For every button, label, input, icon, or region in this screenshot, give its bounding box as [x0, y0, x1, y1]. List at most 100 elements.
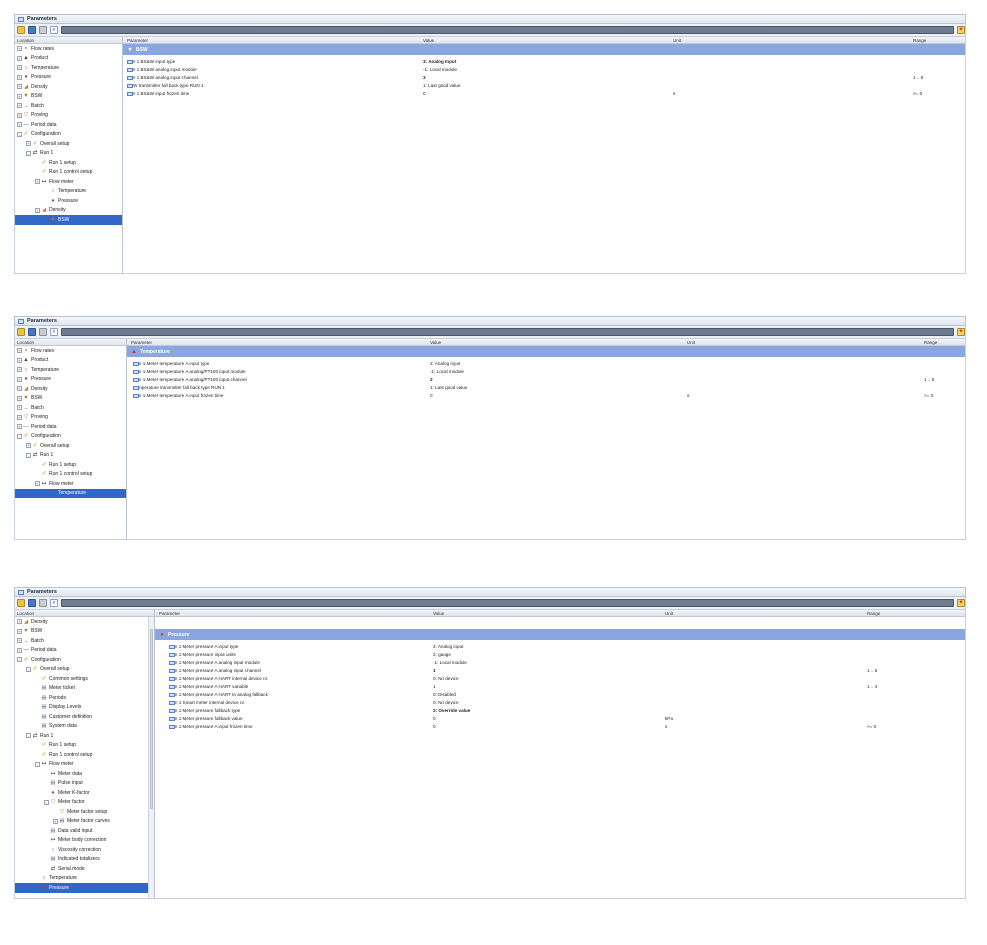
tree-node[interactable]: + ↕ Temperature [15, 63, 122, 73]
tree-node[interactable]: + ◢ Density [15, 206, 122, 216]
column-header-value[interactable]: Value [433, 611, 444, 616]
expand-icon[interactable]: + [35, 207, 40, 213]
column-header-value[interactable]: Value [430, 340, 441, 345]
parameter-value[interactable]: 0: No device [433, 700, 459, 705]
tree-node[interactable]: ✐ Run 1 setup [15, 741, 154, 751]
tree-node[interactable]: - ✐ Overall setup [15, 665, 154, 675]
expand-icon[interactable]: + [17, 405, 22, 411]
grid-view-icon[interactable] [61, 26, 954, 34]
tree-node[interactable]: + — Period data [15, 422, 126, 432]
tree-node[interactable]: ▤ Pulse input [15, 779, 154, 789]
tree-node[interactable]: ✐ Run 1 setup [15, 158, 122, 168]
tree-node[interactable]: ▼ BSW [15, 215, 122, 225]
tree-node[interactable]: ▤ Periods [15, 693, 154, 703]
tree-node[interactable]: - ↦ Flow meter [15, 760, 154, 770]
tree-node[interactable]: - ▽ Meter factor [15, 798, 154, 808]
tree-node[interactable]: ⇄ Serial mode [15, 864, 154, 874]
column-header-parameter[interactable]: Parameter [159, 611, 180, 616]
print-icon[interactable] [39, 328, 47, 336]
parameter-row[interactable]: Run 1 Meter pressure fallback value 0 kPa [155, 715, 965, 723]
parameter-value[interactable]: 2: gauge [433, 652, 451, 657]
column-header-unit[interactable]: Unit [665, 611, 673, 616]
parameter-value[interactable]: -1: Local module [433, 660, 467, 665]
column-header-parameter[interactable]: Parameter [127, 38, 148, 43]
column-header-range[interactable]: Range [867, 611, 880, 616]
column-header-unit[interactable]: Unit [673, 38, 681, 43]
save-icon[interactable] [28, 599, 36, 607]
parameter-value[interactable]: 0 [423, 91, 426, 96]
parameter-row[interactable]: Run 1 Meter pressure A input frozen time… [155, 723, 965, 731]
expand-icon[interactable]: + [17, 84, 22, 90]
parameter-row[interactable]: Run 1 Meter pressure fallback type 3: Ove… [155, 707, 965, 715]
tree-node[interactable]: - ⇄ Run 1 [15, 731, 154, 741]
collapse-icon[interactable]: - [26, 150, 31, 156]
parameter-value[interactable]: 0 [433, 724, 436, 729]
tree-node[interactable]: ▤ System data [15, 722, 154, 732]
column-header-unit[interactable]: Unit [687, 340, 695, 345]
collapse-icon[interactable]: - [26, 666, 31, 672]
tree-node[interactable]: + ▽ Proving [15, 111, 122, 121]
expand-icon[interactable]: + [17, 376, 22, 382]
print-icon[interactable] [39, 26, 47, 34]
tree-node[interactable]: + ▼ BSW [15, 627, 154, 637]
tree-node[interactable]: + ◢ Density [15, 384, 126, 394]
search-icon[interactable]: ⌕ [50, 328, 58, 336]
tree-node[interactable]: + ✐ Overall setup [15, 441, 126, 451]
parameter-value[interactable]: 1: Last good value [423, 83, 461, 88]
expand-icon[interactable]: + [17, 55, 22, 61]
tools-icon[interactable]: ✦ [957, 599, 965, 607]
tree-node[interactable]: - ⇄ Run 1 [15, 149, 122, 159]
collapse-icon[interactable]: - [26, 452, 31, 458]
parameter-row[interactable]: Run 1 Meter temperature A input frozen t… [127, 392, 965, 400]
group-row[interactable]: ▼ BSW [123, 44, 965, 55]
tree-node[interactable]: + → Batch [15, 636, 154, 646]
expand-icon[interactable]: + [17, 357, 22, 363]
parameter-value[interactable]: 0: Disabled [433, 692, 456, 697]
collapse-icon[interactable]: - [17, 657, 22, 663]
tree-node[interactable]: + ↦ Flow meter [15, 177, 122, 187]
collapse-icon[interactable]: - [44, 799, 49, 805]
search-icon[interactable]: ⌕ [50, 26, 58, 34]
tree-node[interactable]: ↕ Temperature [15, 874, 154, 884]
tree-node[interactable]: ● Meter K-factor [15, 788, 154, 798]
expand-icon[interactable]: + [17, 93, 22, 99]
tree-node[interactable]: + ◓ Flow rates [15, 44, 122, 54]
parameter-row[interactable]: Run 1 Meter pressure A input type 2: Anal… [155, 643, 965, 651]
tree-node[interactable]: + ◢ Density [15, 617, 154, 627]
expand-icon[interactable]: + [17, 638, 22, 644]
expand-icon[interactable]: + [26, 443, 31, 449]
tree-node[interactable]: ✐ Common settings [15, 674, 154, 684]
tree-node[interactable]: ✐ Run 1 control setup [15, 470, 126, 480]
tree-node[interactable]: + ▲ Product [15, 54, 122, 64]
tree-node[interactable]: ▤ Data valid input [15, 826, 154, 836]
parameter-value[interactable]: 2: Analog input [433, 644, 463, 649]
expand-icon[interactable]: + [26, 141, 31, 147]
expand-icon[interactable]: + [17, 619, 22, 625]
expand-icon[interactable]: + [17, 395, 22, 401]
tree-node[interactable]: + → Batch [15, 403, 126, 413]
scrollbar-thumb[interactable] [150, 629, 153, 809]
tree-node[interactable]: ▤ Customer definition [15, 712, 154, 722]
tree-node[interactable]: - ✐ Configuration [15, 655, 154, 665]
collapse-icon[interactable]: - [17, 131, 22, 137]
expand-icon[interactable]: + [17, 424, 22, 430]
group-row[interactable]: ▲ Temperature [127, 346, 965, 357]
tree-node[interactable]: + — Period data [15, 120, 122, 130]
tree-node[interactable]: ▤ Display Levels [15, 703, 154, 713]
collapse-icon[interactable]: - [17, 433, 22, 439]
tree-node[interactable]: - ⇄ Run 1 [15, 451, 126, 461]
save-icon[interactable] [28, 26, 36, 34]
tree-node[interactable]: ▽ Meter factor setup [15, 807, 154, 817]
tree-node[interactable]: + ● Pressure [15, 375, 126, 385]
tree-scrollbar[interactable] [148, 617, 154, 898]
parameter-value[interactable]: 0 [430, 393, 433, 398]
tree-node[interactable]: ↕ Viscosity correction [15, 845, 154, 855]
parameter-value[interactable]: 2: Analog input [430, 361, 460, 366]
parameter-row[interactable]: Run 1 Meter temperature A input type 2: A… [127, 360, 965, 368]
expand-icon[interactable]: + [35, 481, 40, 487]
tree-node[interactable]: + ↕ Temperature [15, 365, 126, 375]
tree-node[interactable]: ↦ Meter body correction [15, 836, 154, 846]
expand-icon[interactable]: + [53, 818, 58, 824]
expand-icon[interactable]: + [17, 414, 22, 420]
tree-node[interactable]: + ▼ BSW [15, 394, 126, 404]
